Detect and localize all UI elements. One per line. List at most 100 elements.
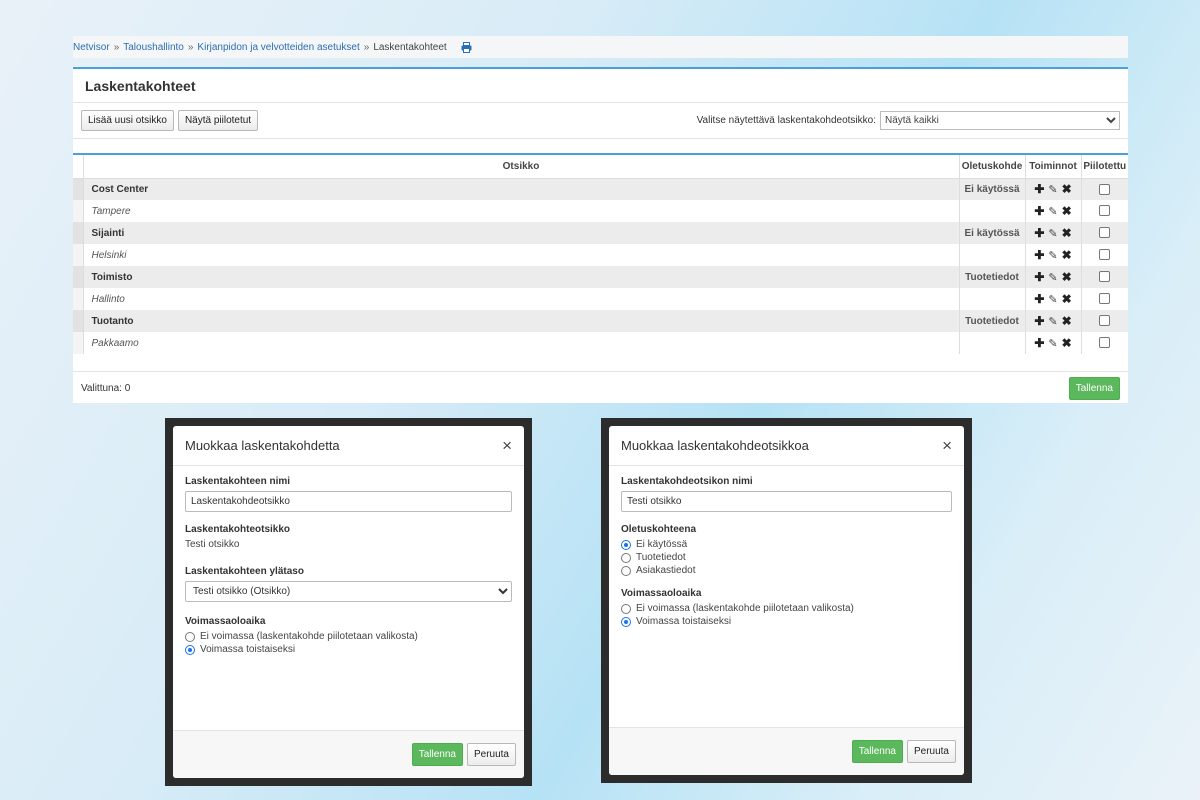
edit-pencil-icon[interactable]: ✎ bbox=[1048, 337, 1057, 350]
dialog-save-button[interactable]: Tallenna bbox=[851, 740, 903, 763]
table-row: Sijainti Ei käytössä ✚ ✎ ✖ bbox=[73, 222, 1128, 244]
hidden-checkbox[interactable] bbox=[1099, 271, 1111, 283]
toolbar: Lisää uusi otsikko Näytä piilotetut Vali… bbox=[73, 103, 1128, 139]
parent-select[interactable]: Testi otsikko (Otsikko) bbox=[185, 581, 512, 602]
delete-icon[interactable]: ✖ bbox=[1062, 226, 1072, 240]
add-icon[interactable]: ✚ bbox=[1034, 270, 1044, 284]
edit-pencil-icon[interactable]: ✎ bbox=[1048, 205, 1057, 218]
edit-pencil-icon[interactable]: ✎ bbox=[1048, 315, 1057, 328]
breadcrumb-netvisor[interactable]: Netvisor bbox=[73, 42, 110, 53]
radio-button[interactable] bbox=[621, 565, 631, 576]
add-icon[interactable]: ✚ bbox=[1034, 248, 1044, 262]
add-heading-button[interactable]: Lisää uusi otsikko bbox=[81, 110, 174, 131]
name-label: Laskentakohdeotsikon nimi bbox=[621, 476, 753, 487]
default-label: Oletuskohteena bbox=[621, 524, 697, 535]
row-default bbox=[958, 244, 1025, 266]
add-icon[interactable]: ✚ bbox=[1034, 182, 1044, 196]
row-name: Cost Center bbox=[82, 178, 959, 200]
radio-button[interactable] bbox=[621, 603, 631, 614]
row-name: Helsinki bbox=[82, 244, 959, 266]
close-icon[interactable]: × bbox=[942, 437, 952, 454]
add-icon[interactable]: ✚ bbox=[1034, 336, 1044, 350]
validity-option-active[interactable]: Voimassa toistaiseksi bbox=[185, 644, 512, 655]
hidden-checkbox[interactable] bbox=[1099, 205, 1111, 217]
delete-icon[interactable]: ✖ bbox=[1062, 292, 1072, 306]
table-row: Hallinto ✚ ✎ ✖ bbox=[73, 288, 1128, 310]
validity-option-inactive[interactable]: Ei voimassa (laskentakohde piilotetaan v… bbox=[621, 603, 952, 614]
breadcrumb-separator: » bbox=[363, 41, 370, 53]
hidden-checkbox[interactable] bbox=[1099, 249, 1111, 261]
delete-icon[interactable]: ✖ bbox=[1062, 182, 1072, 196]
default-option-none[interactable]: Ei käytössä bbox=[621, 539, 952, 550]
row-default: Ei käytössä bbox=[958, 222, 1025, 244]
breadcrumb-taloushallinto[interactable]: Taloushallinto bbox=[123, 42, 184, 53]
add-icon[interactable]: ✚ bbox=[1034, 226, 1044, 240]
hidden-checkbox[interactable] bbox=[1099, 183, 1111, 195]
add-icon[interactable]: ✚ bbox=[1034, 204, 1044, 218]
validity-label: Voimassaoloaika bbox=[185, 616, 266, 627]
radio-button-selected[interactable] bbox=[621, 616, 631, 627]
heading-label: Laskentakohteotsikko bbox=[185, 524, 291, 535]
delete-icon[interactable]: ✖ bbox=[1062, 270, 1072, 284]
radio-button[interactable] bbox=[621, 552, 631, 563]
dialog-cancel-button[interactable]: Peruuta bbox=[906, 740, 956, 763]
heading-filter-select[interactable]: Näytä kaikki bbox=[880, 111, 1120, 130]
edit-cost-center-dialog: Muokkaa laskentakohdetta × Laskentakohte… bbox=[173, 426, 524, 778]
edit-pencil-icon[interactable]: ✎ bbox=[1048, 183, 1057, 196]
dialog-cancel-button[interactable]: Peruuta bbox=[466, 743, 516, 766]
table-row: Helsinki ✚ ✎ ✖ bbox=[73, 244, 1128, 266]
delete-icon[interactable]: ✖ bbox=[1062, 336, 1072, 350]
add-icon[interactable]: ✚ bbox=[1034, 292, 1044, 306]
hidden-checkbox[interactable] bbox=[1099, 337, 1111, 349]
default-option-product[interactable]: Tuotetiedot bbox=[621, 552, 952, 563]
hidden-checkbox[interactable] bbox=[1099, 315, 1111, 327]
save-button[interactable]: Tallenna bbox=[1068, 377, 1120, 400]
edit-pencil-icon[interactable]: ✎ bbox=[1048, 271, 1057, 284]
hidden-checkbox[interactable] bbox=[1099, 293, 1111, 305]
dialog-save-button[interactable]: Tallenna bbox=[411, 743, 463, 766]
edit-heading-dialog-frame: Muokkaa laskentakohdeotsikkoa × Laskenta… bbox=[601, 418, 972, 783]
delete-icon[interactable]: ✖ bbox=[1062, 314, 1072, 328]
radio-button-selected[interactable] bbox=[185, 644, 195, 655]
default-option-customer[interactable]: Asiakastiedot bbox=[621, 565, 952, 576]
column-header-oletuskohde: Oletuskohde bbox=[958, 154, 1025, 179]
print-icon[interactable] bbox=[461, 41, 472, 53]
edit-pencil-icon[interactable]: ✎ bbox=[1048, 249, 1057, 262]
row-default: Tuotetiedot bbox=[958, 310, 1025, 332]
name-input[interactable] bbox=[621, 491, 952, 512]
breadcrumb-separator: » bbox=[187, 41, 194, 53]
selected-count: Valittuna: 0 bbox=[81, 383, 131, 394]
cost-centers-panel: Laskentakohteet Lisää uusi otsikko Näytä… bbox=[73, 67, 1128, 403]
edit-pencil-icon[interactable]: ✎ bbox=[1048, 227, 1057, 240]
name-input[interactable] bbox=[185, 491, 512, 512]
heading-value: Testi otsikko bbox=[185, 539, 240, 550]
breadcrumb-kirjanpito-asetukset[interactable]: Kirjanpidon ja velvotteiden asetukset bbox=[197, 42, 359, 53]
row-name: Tuotanto bbox=[82, 310, 959, 332]
row-name: Tampere bbox=[82, 200, 959, 222]
row-name: Pakkaamo bbox=[82, 332, 959, 354]
table-row: Pakkaamo ✚ ✎ ✖ bbox=[73, 332, 1128, 354]
validity-option-inactive[interactable]: Ei voimassa (laskentakohde piilotetaan v… bbox=[185, 631, 512, 642]
table-row: Toimisto Tuotetiedot ✚ ✎ ✖ bbox=[73, 266, 1128, 288]
delete-icon[interactable]: ✖ bbox=[1062, 204, 1072, 218]
validity-option-active[interactable]: Voimassa toistaiseksi bbox=[621, 616, 952, 627]
close-icon[interactable]: × bbox=[502, 437, 512, 454]
table-row: Tampere ✚ ✎ ✖ bbox=[73, 200, 1128, 222]
name-label: Laskentakohteen nimi bbox=[185, 476, 291, 487]
row-name: Hallinto bbox=[82, 288, 959, 310]
radio-button-selected[interactable] bbox=[621, 539, 631, 550]
row-default: Tuotetiedot bbox=[958, 266, 1025, 288]
parent-label: Laskentakohteen ylätaso bbox=[185, 566, 304, 577]
edit-pencil-icon[interactable]: ✎ bbox=[1048, 293, 1057, 306]
show-hidden-button[interactable]: Näytä piilotetut bbox=[177, 110, 259, 131]
breadcrumb: Netvisor » Taloushallinto » Kirjanpidon … bbox=[73, 36, 1128, 58]
row-default bbox=[958, 288, 1025, 310]
validity-label: Voimassaoloaika bbox=[621, 588, 702, 599]
edit-heading-dialog: Muokkaa laskentakohdeotsikkoa × Laskenta… bbox=[609, 426, 964, 775]
delete-icon[interactable]: ✖ bbox=[1062, 248, 1072, 262]
hidden-checkbox[interactable] bbox=[1099, 227, 1111, 239]
add-icon[interactable]: ✚ bbox=[1034, 314, 1044, 328]
row-default bbox=[958, 200, 1025, 222]
radio-button[interactable] bbox=[185, 631, 195, 642]
breadcrumb-current: Laskentakohteet bbox=[373, 41, 447, 53]
